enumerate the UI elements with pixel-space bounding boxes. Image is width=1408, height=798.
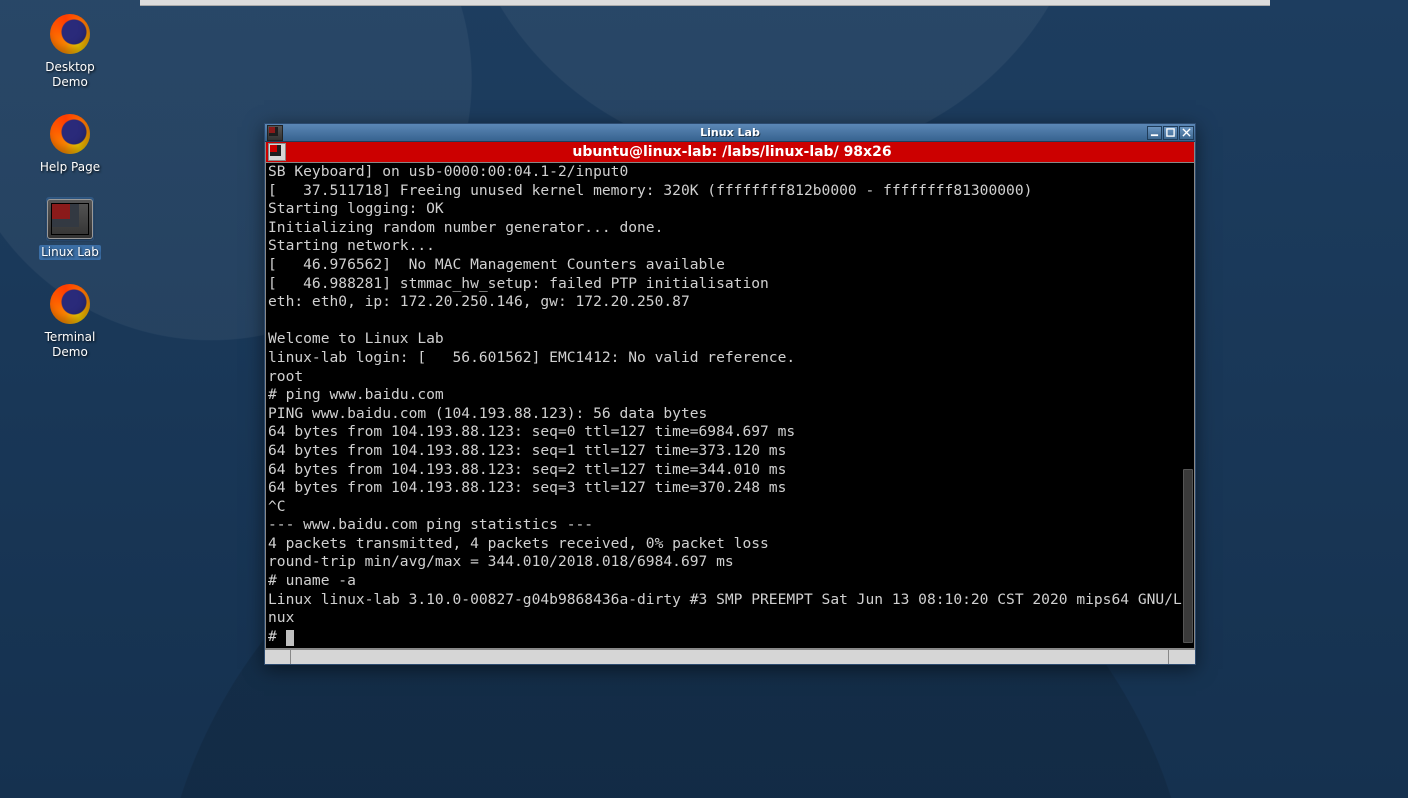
terminal-cursor <box>286 630 294 646</box>
window-titlebar[interactable]: Linux Lab <box>265 124 1195 142</box>
terminal-tab-icon <box>268 143 286 161</box>
window-bottom-bar <box>265 649 1195 664</box>
terminal-area[interactable]: SB Keyboard] on usb-0000:00:04.1-2/input… <box>265 163 1195 649</box>
desktop-icons-area: Desktop Demo Help Page Linux Lab Terminal D… <box>20 12 130 382</box>
firefox-icon <box>46 112 94 156</box>
desktop-icon-label: Help Page <box>40 160 100 174</box>
linux-lab-window: Linux Lab ubuntu@linux-lab: /labs/linux-… <box>264 123 1196 665</box>
firefox-icon <box>46 12 94 56</box>
desktop-icon-terminal-demo[interactable]: Terminal Demo <box>20 282 120 360</box>
desktop-icon-help-page[interactable]: Help Page <box>20 112 120 175</box>
desktop-icon-desktop-demo[interactable]: Desktop Demo <box>20 12 120 90</box>
desktop-icon-label: Terminal Demo <box>45 330 96 359</box>
terminal-tab-bar: ubuntu@linux-lab: /labs/linux-lab/ 98x26 <box>265 142 1195 163</box>
desktop-icon-label: Desktop Demo <box>45 60 95 89</box>
terminal-tab-title: ubuntu@linux-lab: /labs/linux-lab/ 98x26 <box>290 144 1194 160</box>
firefox-icon <box>46 282 94 326</box>
terminal-tiles-icon <box>46 197 94 241</box>
window-title: Linux Lab <box>265 126 1195 139</box>
top-panel-strip <box>140 0 1270 6</box>
terminal-scrollbar[interactable] <box>1183 163 1193 648</box>
desktop-icon-label: Linux Lab <box>41 245 99 259</box>
scrollbar-thumb[interactable] <box>1183 469 1193 644</box>
terminal-output[interactable]: SB Keyboard] on usb-0000:00:04.1-2/input… <box>266 163 1194 648</box>
desktop-icon-linux-lab[interactable]: Linux Lab <box>20 197 120 260</box>
